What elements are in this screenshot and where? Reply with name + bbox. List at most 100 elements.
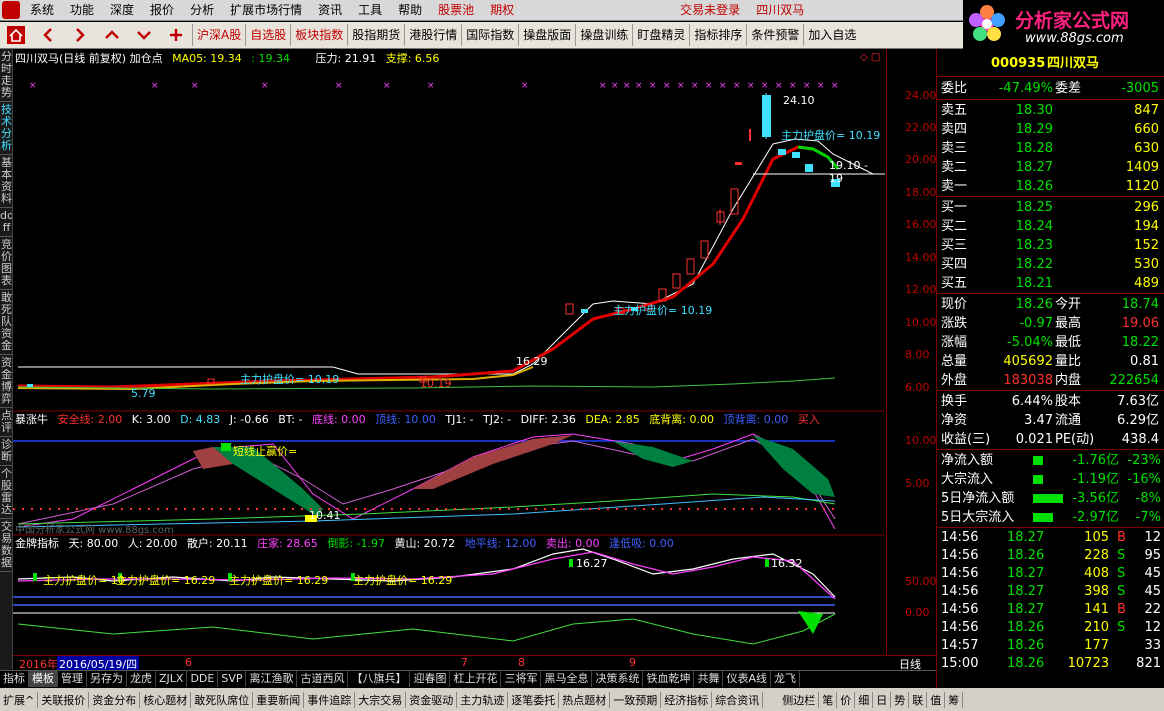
status-tab[interactable]: 值 xyxy=(927,691,946,708)
buy-price[interactable]: 18.25 xyxy=(1016,198,1053,217)
left-tab-fund-game[interactable]: 资金博弈 xyxy=(0,355,12,408)
page-down-icon[interactable] xyxy=(132,23,156,47)
left-tab-diagnosis[interactable]: 诊断 xyxy=(0,437,12,466)
indicator-tab[interactable]: 三将军 xyxy=(501,671,542,687)
status-tab[interactable]: 日 xyxy=(873,691,892,708)
status-tab[interactable]: 扩展^ xyxy=(0,691,39,708)
status-tab[interactable]: 核心题材 xyxy=(140,691,192,708)
chart-area[interactable]: × × × × × × × × × × × × × × × × × × × × × × × × × × xyxy=(13,49,885,655)
left-tab-fundamentals[interactable]: 基本资料 xyxy=(0,155,12,208)
indicator-tab[interactable]: 离江渔歌 xyxy=(246,671,298,687)
status-tab[interactable]: 联 xyxy=(909,691,928,708)
menu-analysis[interactable]: 分析 xyxy=(182,0,222,21)
status-tab[interactable]: 筹 xyxy=(945,691,964,708)
left-tab-radar[interactable]: 个股雷达 xyxy=(0,466,12,519)
menu-function[interactable]: 功能 xyxy=(62,0,102,21)
sell-price[interactable]: 18.30 xyxy=(1016,101,1053,120)
tab-trading-practice[interactable]: 操盘训练 xyxy=(575,24,632,46)
indicator-tab[interactable]: 共舞 xyxy=(694,671,724,687)
menu-tools[interactable]: 工具 xyxy=(350,0,390,21)
indicator-tab[interactable]: 古道西风 xyxy=(297,671,349,687)
home-icon[interactable] xyxy=(4,23,28,47)
indicator-tab[interactable]: 铁血乾坤 xyxy=(643,671,695,687)
buy-price[interactable]: 18.23 xyxy=(1016,236,1053,255)
indicator-tab[interactable]: 龙虎 xyxy=(127,671,156,687)
indicator-tab[interactable]: 决策系统 xyxy=(592,671,644,687)
tab-trading-layout[interactable]: 操盘版面 xyxy=(518,24,575,46)
buy-price[interactable]: 18.21 xyxy=(1016,274,1053,293)
indicator-tab[interactable]: 管理 xyxy=(58,671,87,687)
indicator-name-jinpai[interactable]: 金牌指标 xyxy=(15,537,59,550)
page-up-icon[interactable] xyxy=(100,23,124,47)
status-tab[interactable]: 价 xyxy=(837,691,856,708)
status-tab[interactable]: 敢死队席位 xyxy=(191,691,254,708)
left-tab-auction[interactable]: 竞价图表 xyxy=(0,237,12,290)
tab-index-futures[interactable]: 股指期货 xyxy=(347,24,404,46)
indicator-tab[interactable]: 【八旗兵】 xyxy=(348,671,411,687)
left-tab-ddff[interactable]: dd ff xyxy=(0,208,12,237)
menu-system[interactable]: 系统 xyxy=(22,0,62,21)
status-tab[interactable]: 一致预期 xyxy=(610,691,662,708)
chart-close-marker[interactable]: ◇ □ xyxy=(860,52,880,63)
indicator-tab[interactable]: 仪表A线 xyxy=(723,671,772,687)
indicator-name-baozhangniu[interactable]: 暴涨牛 xyxy=(15,413,48,426)
tab-condition-alert[interactable]: 条件预警 xyxy=(746,24,803,46)
zoom-icon[interactable] xyxy=(164,23,188,47)
status-tab[interactable]: 势 xyxy=(891,691,910,708)
left-tab-trade-data[interactable]: 交易数据 xyxy=(0,519,12,572)
tab-indicator-sort[interactable]: 指标排序 xyxy=(689,24,746,46)
indicator-tab[interactable]: 杠上开花 xyxy=(450,671,502,687)
status-tab[interactable]: 大宗交易 xyxy=(355,691,407,708)
indicator-tab[interactable]: 模板 xyxy=(29,671,58,687)
left-tab-intraday[interactable]: 分时走势 xyxy=(0,49,12,102)
indicator-tab[interactable]: 迎春图 xyxy=(410,671,451,687)
buy-price[interactable]: 18.22 xyxy=(1016,255,1053,274)
sell-price[interactable]: 18.29 xyxy=(1016,120,1053,139)
menu-depth[interactable]: 深度 xyxy=(102,0,142,21)
indicator-tab[interactable]: 龙飞 xyxy=(771,671,801,687)
indicator-tab[interactable]: SVP xyxy=(218,671,247,687)
indicator-tab[interactable]: 指标 xyxy=(0,671,29,687)
buy-price[interactable]: 18.24 xyxy=(1016,217,1053,236)
chart-canvas[interactable]: × × × × × × × × × × × × × × × × × × × × × × × × × × xyxy=(13,49,885,655)
sell-price[interactable]: 18.28 xyxy=(1016,139,1053,158)
forward-right-icon[interactable] xyxy=(68,23,92,47)
menu-stock-pool[interactable]: 股票池 xyxy=(430,0,482,21)
indicator-tab[interactable]: ZJLX xyxy=(156,671,188,687)
menu-quote[interactable]: 报价 xyxy=(142,0,182,21)
indicator-tab[interactable]: 黑马全息 xyxy=(541,671,593,687)
menu-options[interactable]: 期权 xyxy=(482,0,522,21)
status-tab[interactable]: 笔 xyxy=(819,691,838,708)
status-tab[interactable]: 综合资讯 xyxy=(712,691,764,708)
status-tab[interactable]: 资金驱动 xyxy=(406,691,458,708)
status-tab[interactable]: 热点题材 xyxy=(559,691,611,708)
menu-help[interactable]: 帮助 xyxy=(390,0,430,21)
status-tab[interactable]: 侧边栏 xyxy=(779,691,820,708)
menu-ext-market[interactable]: 扩展市场行情 xyxy=(222,0,310,21)
trade-login-status[interactable]: 交易未登录 xyxy=(672,0,748,21)
tab-shanghai-shenzhen-a[interactable]: 沪深A股 xyxy=(192,24,245,46)
tab-hk-stocks[interactable]: 港股行情 xyxy=(404,24,461,46)
back-left-icon[interactable] xyxy=(36,23,60,47)
left-tab-comment[interactable]: 点评 xyxy=(0,408,12,437)
tab-add-watchlist[interactable]: 加入自选 xyxy=(803,24,860,46)
sell-price[interactable]: 18.27 xyxy=(1016,158,1053,177)
left-tab-daredevil[interactable]: 敢死队资金 xyxy=(0,290,12,355)
tab-intl-index[interactable]: 国际指数 xyxy=(461,24,518,46)
status-tab[interactable]: 重要新闻 xyxy=(253,691,305,708)
left-tab-technical[interactable]: 技术分析 xyxy=(0,102,12,155)
tab-monitor-wizard[interactable]: 盯盘精灵 xyxy=(632,24,689,46)
status-tab[interactable]: 主力轨迹 xyxy=(457,691,509,708)
indicator-tab[interactable]: DDE xyxy=(187,671,219,687)
status-tab[interactable]: 细 xyxy=(855,691,874,708)
status-tab[interactable]: 关联报价 xyxy=(38,691,90,708)
status-tab[interactable]: 经济指标 xyxy=(661,691,713,708)
menu-info[interactable]: 资讯 xyxy=(310,0,350,21)
status-tab[interactable]: 逐笔委托 xyxy=(508,691,560,708)
status-tab[interactable]: 资金分布 xyxy=(89,691,141,708)
sell-price[interactable]: 18.26 xyxy=(1016,177,1053,196)
app-icon[interactable] xyxy=(2,1,20,19)
status-tab[interactable]: 事件追踪 xyxy=(304,691,356,708)
tab-sector-index[interactable]: 板块指数 xyxy=(290,24,347,46)
indicator-tab[interactable]: 另存为 xyxy=(87,671,127,687)
